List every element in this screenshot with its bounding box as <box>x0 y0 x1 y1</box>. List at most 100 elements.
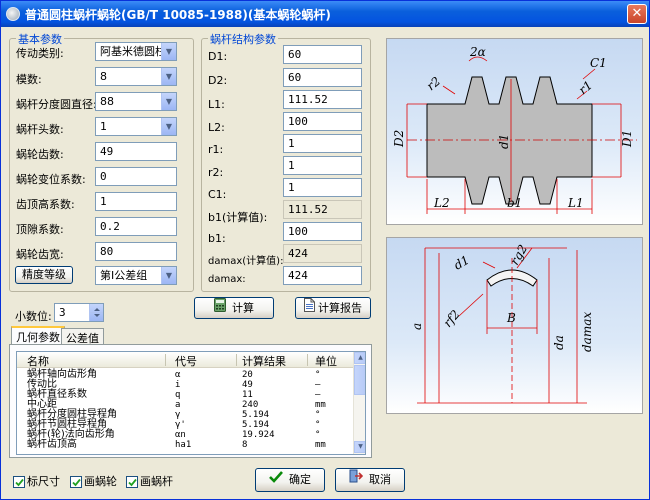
label-b1: b1 <box>507 196 522 210</box>
cell-symbol: γ' <box>175 420 186 430</box>
clearance-coef-label: 顶隙系数: <box>16 223 64 236</box>
cell-symbol: ha1 <box>175 440 192 450</box>
table-row[interactable]: 蜗杆直径系数 q 11— <box>17 390 353 401</box>
scroll-down-icon[interactable]: ▼ <box>354 441 365 453</box>
col-symbol[interactable]: 代号 <box>175 353 197 369</box>
label-l2: L2 <box>433 196 450 210</box>
cell-unit: ° <box>315 370 321 380</box>
r1-input[interactable]: 1 <box>283 134 362 153</box>
ok-button[interactable]: 确定 <box>255 468 325 492</box>
damax-input[interactable]: 424 <box>283 266 362 285</box>
window-title: 普通圆柱蜗杆蜗轮(GB/T 10085-1988)(基本蜗轮蜗杆) <box>25 8 331 22</box>
l1-label: L1: <box>208 98 225 111</box>
wheel-face-width-label: 蜗轮齿宽: <box>16 248 64 261</box>
drive-type-select[interactable]: 阿基米德圆柱 ▼ <box>95 42 177 61</box>
col-unit[interactable]: 单位 <box>315 353 337 369</box>
precision-group-value: 第Ⅰ公差组 <box>100 269 148 282</box>
checkbox-box[interactable] <box>13 476 25 488</box>
col-name[interactable]: 名称 <box>27 353 49 369</box>
decimal-value: 3 <box>59 306 66 319</box>
cell-result: 240 <box>242 400 259 410</box>
wheel-teeth-input[interactable]: 49 <box>95 142 177 161</box>
wheel-face-width-input[interactable]: 80 <box>95 242 177 261</box>
l1-input[interactable]: 111.52 <box>283 90 362 109</box>
addendum-coef-input[interactable]: 1 <box>95 192 177 211</box>
table-row[interactable]: 蜗杆轴向齿形角 α 20 ° <box>17 370 353 381</box>
exit-door-icon <box>349 469 364 491</box>
tab-tolerance[interactable]: 公差值 <box>61 328 104 345</box>
worm-ref-diameter-select[interactable]: 88 ▼ <box>95 92 177 111</box>
drive-type-value: 阿基米德圆柱 <box>100 45 166 58</box>
worm-drawing-svg: 2α C1 r2 r1 D2 d1 D1 L2 b1 L1 <box>387 39 642 224</box>
checkbox-box[interactable] <box>70 476 82 488</box>
r2-input[interactable]: 1 <box>283 156 362 175</box>
scroll-thumb[interactable] <box>354 365 365 395</box>
chevron-down-icon[interactable]: ▼ <box>161 267 176 284</box>
tab-geometry[interactable]: 几何参数 <box>11 326 65 344</box>
cell-name: 蜗杆齿顶高 <box>27 439 77 450</box>
scroll-up-icon[interactable]: ▲ <box>354 352 365 364</box>
cell-result: 8 <box>242 440 248 450</box>
wheel-drawing: d1 rg2 rf2 B a da damax <box>386 237 643 414</box>
cell-result: 5.194 <box>242 410 270 420</box>
chevron-down-icon[interactable]: ▼ <box>161 93 176 110</box>
cancel-button[interactable]: 取消 <box>335 468 405 492</box>
vertical-scrollbar[interactable]: ▲ ▼ <box>353 352 365 454</box>
precision-grade-button[interactable]: 精度等级 <box>15 266 73 284</box>
wheel-shift-coef-input[interactable]: 0 <box>95 167 177 186</box>
label-l1: L1 <box>567 196 584 210</box>
report-label: 计算报告 <box>318 301 362 315</box>
label-c1: C1 <box>590 56 607 70</box>
col-separator <box>307 354 308 366</box>
d2-cap-input[interactable]: 60 <box>283 68 362 87</box>
col-result[interactable]: 计算结果 <box>242 353 286 369</box>
worm-struct-title: 蜗杆结构参数 <box>208 31 278 47</box>
cell-result: 19.924 <box>242 430 275 440</box>
chevron-down-icon[interactable]: ▼ <box>161 118 176 135</box>
worm-starts-label: 蜗杆头数: <box>16 123 64 136</box>
b1-label: b1: <box>208 232 226 245</box>
checkbox-1[interactable]: 画蜗轮 <box>70 473 117 489</box>
b1-calc-value: 111.52 <box>283 200 362 219</box>
decimal-spinner[interactable]: 3 <box>54 303 104 322</box>
checkbox-0[interactable]: 标尺寸 <box>13 473 60 489</box>
col-separator <box>165 354 166 366</box>
cell-result: 49 <box>242 380 253 390</box>
checkbox-2[interactable]: 画蜗杆 <box>126 473 173 489</box>
cell-symbol: i <box>175 380 181 390</box>
b1-input[interactable]: 100 <box>283 222 362 241</box>
report-button[interactable]: 计算报告 <box>295 297 371 319</box>
cancel-label: 取消 <box>369 473 391 486</box>
c1-input[interactable]: 1 <box>283 178 362 197</box>
calculate-button[interactable]: 计算 <box>194 297 274 319</box>
wheel-teeth-label: 蜗轮齿数: <box>16 148 64 161</box>
checkbox-box[interactable] <box>126 476 138 488</box>
dialog-window: 普通圆柱蜗杆蜗轮(GB/T 10085-1988)(基本蜗轮蜗杆) ✕ 基本参数… <box>0 0 650 500</box>
title-bar: 普通圆柱蜗杆蜗轮(GB/T 10085-1988)(基本蜗轮蜗杆) ✕ <box>1 1 649 27</box>
clearance-coef-input[interactable]: 0.2 <box>95 217 177 236</box>
worm-starts-select[interactable]: 1 ▼ <box>95 117 177 136</box>
module-select[interactable]: 8 ▼ <box>95 67 177 86</box>
app-icon <box>6 7 20 21</box>
cell-unit: ° <box>315 420 321 430</box>
results-table: 名称 代号 计算结果 单位 蜗杆轴向齿形角 α 20 ° 传动比 i 49— 蜗杆直径系数 q 1… <box>16 351 366 455</box>
checkmark-icon <box>269 469 283 491</box>
wheel-shift-coef-label: 蜗轮变位系数: <box>16 173 86 186</box>
col-separator <box>236 354 237 366</box>
l2-input[interactable]: 100 <box>283 112 362 131</box>
close-button[interactable]: ✕ <box>627 4 647 24</box>
table-row[interactable]: 蜗杆齿顶高 ha1 8 mm <box>17 439 353 451</box>
chevron-down-icon[interactable]: ▼ <box>161 43 176 60</box>
cell-symbol: γ <box>175 410 181 420</box>
checkbox-label: 画蜗轮 <box>84 475 117 488</box>
label-two-alpha: 2α <box>469 45 486 59</box>
cell-result: 11 <box>242 390 253 400</box>
checkmark-icon <box>72 478 81 487</box>
d1-cap-input[interactable]: 60 <box>283 45 362 64</box>
module-value: 8 <box>100 70 107 83</box>
worm-starts-value: 1 <box>100 120 107 133</box>
r2-label: r2: <box>208 166 224 179</box>
chevron-down-icon[interactable]: ▼ <box>161 68 176 85</box>
precision-group-select[interactable]: 第Ⅰ公差组 ▼ <box>95 266 177 285</box>
spinner-arrows-icon[interactable] <box>89 304 103 321</box>
